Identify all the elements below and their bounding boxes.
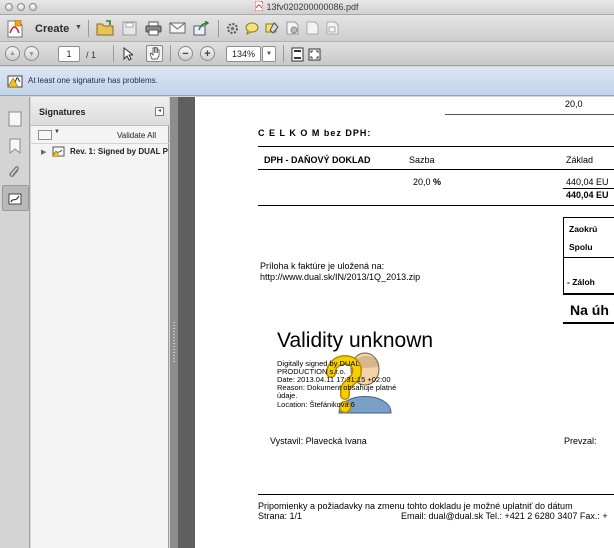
received-by: Prevzal: [564, 436, 597, 446]
signature-entry-label: Rev. 1: Signed by DUAL P [70, 147, 168, 156]
base-subtotal-rule [563, 188, 614, 189]
expand-triangle-icon[interactable]: ▶ [41, 148, 46, 156]
footer-contact: Email: dual@dual.sk Tel.: +421 2 6280 34… [401, 511, 608, 521]
table-top-rule [258, 146, 614, 147]
acrobat-window: 13fv020200000086.pdf Create ▼ ▲ ▼ 1 / 1 … [0, 0, 614, 548]
collapse-panel-icon[interactable]: ◂ [155, 107, 164, 116]
fit-page-icon[interactable] [289, 46, 305, 62]
summary-mid-rule [563, 257, 614, 258]
navigation-rail [0, 97, 30, 548]
navigation-toolbar: ▲ ▼ 1 / 1 − + 134% ▼ [0, 42, 614, 66]
window-title: 13fv020200000086.pdf [0, 1, 614, 12]
table-bottom-rule [258, 205, 614, 206]
top-rule [445, 114, 614, 115]
pdf-file-icon [255, 1, 264, 11]
zoom-level-input[interactable]: 134% [226, 46, 261, 62]
vat-rate-unit: % [433, 177, 442, 187]
to-pay-rule [563, 322, 614, 324]
comment-icon[interactable] [244, 20, 260, 36]
summary-heading: C E L K O M bez DPH: [258, 128, 372, 138]
hand-tool-icon[interactable] [146, 45, 163, 62]
highlight-icon[interactable] [264, 20, 280, 36]
panel-splitter[interactable] [170, 97, 178, 548]
create-dropdown-chevron-icon[interactable]: ▼ [75, 24, 82, 31]
document-viewer: 20,0 C E L K O M bez DPH: DPH - DAŇOVÝ D… [178, 97, 614, 548]
title-bar: 13fv020200000086.pdf [0, 0, 614, 15]
signature-line-location: Location: Štefánikova 6 [277, 400, 355, 409]
create-pdf-icon[interactable] [6, 19, 24, 38]
pages-icon[interactable] [8, 111, 22, 127]
attachment-paperclip-icon[interactable] [8, 165, 22, 181]
total-label: Spolu [569, 242, 593, 252]
footer-note: Pripomienky a požiadavky na zmenu tohto … [258, 501, 573, 511]
page-number-input[interactable]: 1 [58, 46, 80, 62]
toolbar-divider [88, 20, 89, 37]
pdf-page: 20,0 C E L K O M bez DPH: DPH - DAŇOVÝ D… [195, 97, 614, 548]
toolbar-divider [113, 45, 114, 62]
page-total-label: / 1 [86, 50, 97, 60]
splitter-grip[interactable] [173, 322, 175, 362]
create-button[interactable]: Create [35, 22, 69, 35]
attachment-note: Príloha k faktúre je uložená na: [260, 261, 385, 271]
select-cursor-icon[interactable] [120, 46, 135, 62]
signature-warning-icon [7, 74, 23, 89]
email-icon[interactable] [168, 19, 186, 37]
rate-header: Sazba [409, 155, 435, 165]
open-folder-icon[interactable] [96, 19, 114, 37]
share-icon[interactable] [192, 19, 210, 37]
plus-icon: + [204, 47, 211, 60]
save-icon[interactable] [120, 19, 138, 37]
signature-entry[interactable]: ▶ Rev. 1: Signed by DUAL P [31, 144, 169, 159]
full-screen-icon[interactable] [306, 46, 322, 62]
top-value: 20,0 [565, 99, 583, 109]
stamp-icon[interactable] [284, 20, 300, 36]
print-icon[interactable] [144, 19, 162, 37]
document-icon[interactable] [304, 20, 320, 36]
main-toolbar: Create ▼ [0, 15, 614, 42]
table-header-rule [258, 169, 614, 170]
signatures-pen-icon[interactable] [8, 191, 22, 207]
toolbar-divider [218, 20, 219, 37]
rounding-label: Zaokrú [569, 224, 598, 234]
signatures-toolbar: ▼ Validate All [31, 126, 169, 144]
toolbar-divider [283, 45, 284, 62]
base-header: Základ [566, 155, 594, 165]
validate-all-button[interactable]: Validate All [117, 131, 156, 140]
signature-appearance[interactable]: Validity unknown Digitally signed by DUA… [277, 329, 457, 419]
vat-base-value: 440,04 EU [566, 177, 609, 187]
options-menu-icon[interactable] [38, 130, 52, 140]
summary-box-left [563, 217, 564, 293]
vat-base-total: 440,04 EU [566, 190, 609, 200]
signatures-panel-header: Signatures ◂ [31, 97, 169, 126]
window-title-text: 13fv020200000086.pdf [266, 2, 359, 12]
vat-doc-header: DPH - DAŇOVÝ DOKLAD [264, 155, 371, 165]
toolbar-divider [170, 45, 171, 62]
signatures-panel-title: Signatures [39, 107, 86, 117]
arrow-down-icon: ▼ [28, 51, 35, 58]
signature-warning-badge-icon [52, 146, 65, 157]
signature-message-bar: At least one signature has problems. [0, 67, 614, 96]
footer-rule [258, 494, 614, 495]
signature-message-text: At least one signature has problems. [28, 76, 158, 85]
advance-label: - Záloh [567, 277, 595, 287]
settings-gear-icon[interactable] [224, 20, 240, 36]
summary-box-top [563, 217, 614, 218]
zoom-dropdown-chevron-icon[interactable]: ▼ [262, 46, 276, 62]
footer-page-number: Strana: 1/1 [258, 511, 303, 521]
vat-rate-value: 20,0 [413, 177, 431, 187]
options-chevron-down-icon[interactable]: ▼ [54, 129, 60, 135]
to-pay-label: Na úh [570, 302, 609, 318]
arrow-up-icon: ▲ [9, 50, 16, 57]
summary-box-bottom [563, 293, 614, 295]
attachment-url[interactable]: http://www.dual.sk/IN/2013/1Q_2013.zip [260, 272, 420, 282]
issued-by: Vystavil: Plavecká Ivana [270, 436, 367, 446]
export-icon[interactable] [324, 20, 340, 36]
signatures-panel: Signatures ◂ ▼ Validate All ▶ Rev. 1: Si… [31, 97, 169, 548]
minus-icon: − [182, 47, 189, 60]
bookmark-icon[interactable] [8, 138, 22, 155]
